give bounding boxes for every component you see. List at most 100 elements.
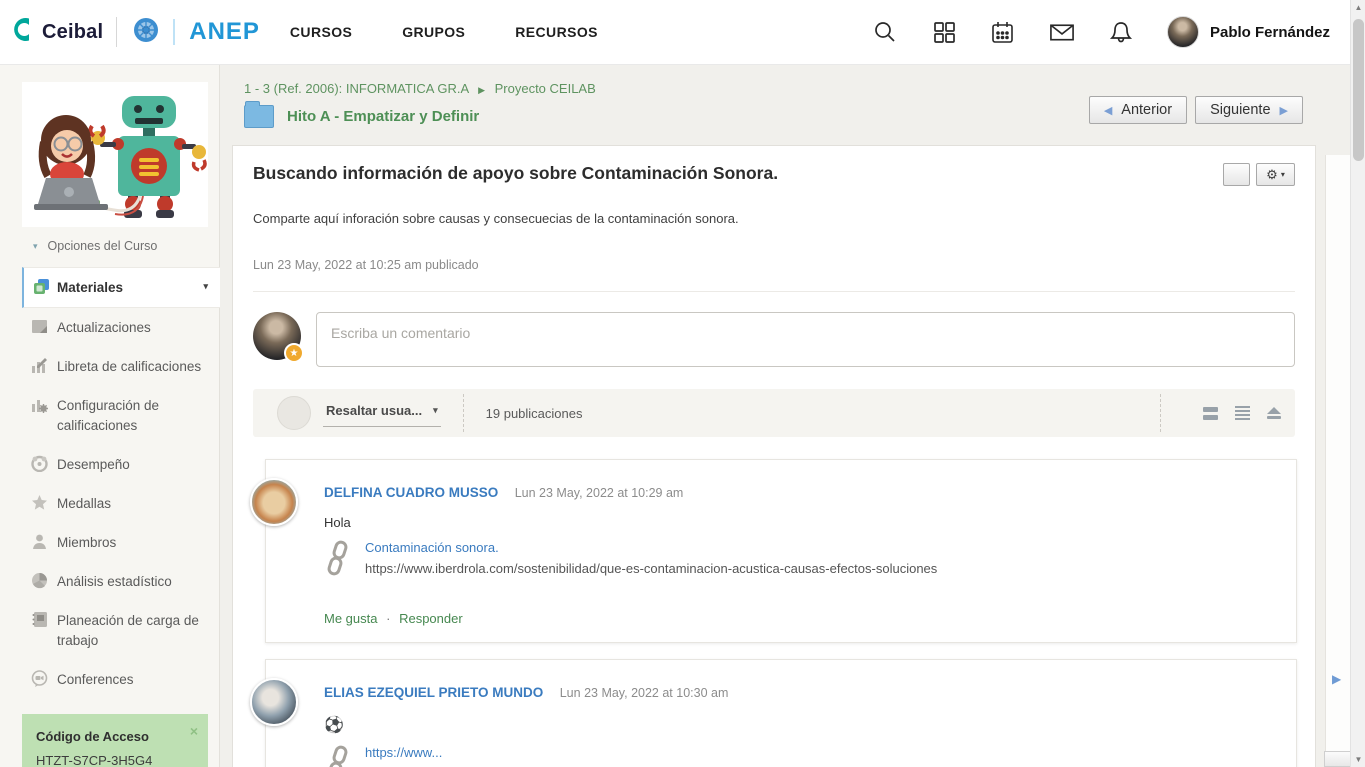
breadcrumb-section-link[interactable]: Proyecto CEILAB [495, 81, 596, 96]
access-code-box: Código de Acceso HTZT-S7CP-3H5G4 Restabl… [22, 714, 208, 767]
nav-recursos[interactable]: RECURSOS [515, 24, 598, 40]
messages-icon[interactable] [1049, 19, 1075, 45]
collapsed-view-icon[interactable] [1203, 407, 1218, 420]
logo-divider [116, 17, 117, 47]
collapse-all-icon[interactable] [1267, 407, 1281, 419]
scroll-up-arrow[interactable]: ▲ [1351, 3, 1365, 12]
divider [463, 394, 464, 432]
sidebar-item-label: Planeación de carga de trabajo [57, 613, 199, 647]
nav-cursos[interactable]: CURSOS [290, 24, 352, 40]
breadcrumb-course-link[interactable]: 1 - 3 (Ref. 2006): INFORMATICA GR.A [244, 81, 468, 96]
folder-icon [244, 105, 274, 128]
sidebar-item-label: Desempeño [57, 457, 130, 472]
current-user-avatar: ★ [253, 312, 301, 360]
side-panel-gutter: ▶ [1325, 155, 1350, 767]
post-author-link[interactable]: ELIAS EZEQUIEL PRIETO MUNDO [324, 685, 543, 700]
sidebar-item-miembros[interactable]: Miembros [22, 523, 220, 562]
sidebar-item-conferences[interactable]: Conferences [22, 660, 220, 699]
post-timestamp: Lun 23 May, 2022 at 10:29 am [515, 486, 684, 500]
bookmark-button[interactable] [1223, 163, 1250, 186]
sidebar-item-label: Medallas [57, 496, 111, 511]
discussion-card: Buscando información de apoyo sobre Cont… [232, 145, 1316, 767]
previous-button-label: Anterior [1121, 102, 1172, 118]
conferences-icon [31, 670, 48, 687]
previous-button[interactable]: ◀ Anterior [1089, 96, 1187, 124]
gear-icon: ⚙ [1266, 167, 1278, 183]
link-chain-icon [324, 745, 352, 767]
vertical-scrollbar[interactable]: ▲ ▼ [1350, 0, 1365, 767]
sidebar-item-libreta-calificaciones[interactable]: Libreta de calificaciones [22, 347, 220, 386]
post-body: ⚽ [324, 715, 1276, 735]
sidebar-item-medallas[interactable]: Medallas [22, 484, 220, 523]
folder-title[interactable]: Hito A - Empatizar y Definir [287, 108, 479, 125]
sidebar-item-label: Libreta de calificaciones [57, 359, 201, 374]
sidebar-item-analisis-estadistico[interactable]: Análisis estadístico [22, 562, 220, 601]
published-timestamp: Lun 23 May, 2022 at 10:25 am publicado [253, 258, 1295, 272]
sidebar-item-label: Actualizaciones [57, 320, 151, 335]
next-button-label: Siguiente [1210, 102, 1270, 118]
ceibal-anep-logo[interactable]: Ceibal ANEP [12, 16, 260, 48]
sidebar-item-actualizaciones[interactable]: Actualizaciones [22, 308, 220, 347]
main-content: 1 - 3 (Ref. 2006): INFORMATICA GR.A ▶ Pr… [220, 65, 1350, 767]
calendar-icon[interactable] [990, 19, 1016, 45]
materials-icon [33, 278, 50, 295]
sidebar-item-materiales[interactable]: Materiales ▾ [22, 267, 220, 308]
sidebar-item-label: Miembros [57, 535, 116, 550]
grade-settings-icon [31, 396, 48, 413]
expanded-view-icon[interactable] [1235, 406, 1250, 420]
close-icon[interactable]: × [190, 723, 198, 739]
comment-input[interactable] [316, 312, 1295, 367]
like-link[interactable]: Me gusta [324, 611, 377, 626]
scroll-down-arrow[interactable]: ▼ [1351, 755, 1365, 764]
analytics-pie-icon [31, 572, 48, 589]
sidebar-item-planeacion-carga[interactable]: Planeación de carga de trabajo [22, 601, 220, 659]
course-options-toggle[interactable]: ▾ Opciones del Curso [33, 239, 219, 253]
apps-grid-icon[interactable] [931, 19, 957, 45]
access-code-title: Código de Acceso [36, 729, 194, 744]
post-author-avatar[interactable] [250, 478, 298, 526]
link-chain-icon [324, 540, 352, 583]
highlight-user-dropdown[interactable]: Resaltar usua... ▾ [323, 399, 441, 427]
settings-gear-button[interactable]: ⚙ ▾ [1256, 163, 1295, 186]
breadcrumb: 1 - 3 (Ref. 2006): INFORMATICA GR.A ▶ Pr… [220, 65, 1350, 96]
user-name: Pablo Fernández [1210, 24, 1330, 41]
primary-nav: CURSOS GRUPOS RECURSOS [290, 24, 598, 40]
dot-separator: · [386, 611, 390, 626]
performance-icon [31, 455, 48, 472]
attachment-link[interactable]: https://www... [365, 745, 442, 760]
search-icon[interactable] [872, 19, 898, 45]
scrollbar-thumb[interactable] [1353, 19, 1364, 161]
arrow-left-icon: ◀ [1104, 104, 1112, 117]
attachment-link[interactable]: Contaminación sonora. [365, 540, 937, 555]
post-card: DELFINA CUADRO MUSSO Lun 23 May, 2022 at… [265, 459, 1297, 643]
sidebar-item-configuracion-calificaciones[interactable]: Configuración de calificaciones [22, 386, 220, 444]
sidebar-item-label: Conferences [57, 672, 134, 687]
discussion-description: Comparte aquí inforación sobre causas y … [253, 211, 1295, 226]
posts-list: DELFINA CUADRO MUSSO Lun 23 May, 2022 at… [265, 459, 1295, 767]
expand-panel-arrow-icon[interactable]: ▶ [1332, 672, 1341, 686]
ceibal-wordmark: Ceibal [42, 21, 103, 44]
user-menu[interactable]: Pablo Fernández [1167, 16, 1330, 48]
anep-emblem-icon [133, 17, 159, 48]
breadcrumb-arrow-icon: ▶ [478, 85, 485, 95]
divider [253, 291, 1295, 292]
ceibal-icon [12, 16, 35, 48]
top-navbar: Ceibal ANEP CURSOS GRUPOS RECURSOS [0, 0, 1350, 65]
highlight-user-label: Resaltar usua... [326, 403, 422, 418]
badges-star-icon [31, 494, 48, 511]
notifications-bell-icon[interactable] [1108, 19, 1134, 45]
post-author-avatar[interactable] [250, 678, 298, 726]
sidebar-item-desempeno[interactable]: Desempeño [22, 445, 220, 484]
reply-link[interactable]: Responder [399, 611, 463, 626]
next-button[interactable]: Siguiente ▶ [1195, 96, 1303, 124]
discussion-toolbar: Resaltar usua... ▾ 19 publicaciones [253, 389, 1295, 437]
gutter-footer-box [1324, 751, 1351, 767]
user-avatar [1167, 16, 1199, 48]
chevron-down-icon: ▾ [433, 405, 438, 416]
nav-grupos[interactable]: GRUPOS [402, 24, 465, 40]
sidebar-item-label: Materiales [57, 280, 123, 295]
post-author-link[interactable]: DELFINA CUADRO MUSSO [324, 485, 498, 500]
anep-divider [173, 19, 175, 45]
course-menu: Materiales ▾ Actualizaciones Libreta de … [22, 267, 220, 699]
chevron-down-icon: ▾ [1281, 170, 1285, 179]
